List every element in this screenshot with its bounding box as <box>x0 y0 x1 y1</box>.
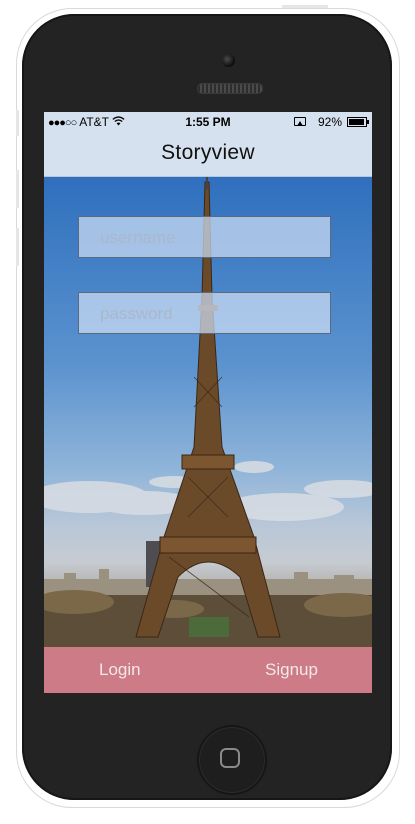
navigation-bar: Storyview <box>44 132 372 177</box>
volume-up-button <box>16 170 19 208</box>
front-camera-icon <box>222 54 235 67</box>
speaker-grille <box>197 83 263 94</box>
signup-button[interactable]: Signup <box>265 660 318 680</box>
username-input[interactable]: username <box>78 216 331 258</box>
password-input[interactable]: password <box>78 292 331 334</box>
battery-percent: 92% <box>317 115 342 129</box>
home-square-icon <box>220 748 240 768</box>
power-button <box>282 5 328 8</box>
airplay-icon <box>294 117 306 126</box>
login-button[interactable]: Login <box>99 660 141 680</box>
home-button[interactable] <box>197 725 267 795</box>
app-title: Storyview <box>161 141 255 164</box>
bottom-action-bar: Login Signup <box>44 647 372 693</box>
screen: ●●●○○ AT&T 1:55 PM 92% Storyview usernam… <box>44 112 372 693</box>
mute-switch <box>16 110 19 136</box>
battery-icon <box>347 117 369 127</box>
status-bar: ●●●○○ AT&T 1:55 PM 92% <box>44 112 372 132</box>
volume-down-button <box>16 228 19 266</box>
